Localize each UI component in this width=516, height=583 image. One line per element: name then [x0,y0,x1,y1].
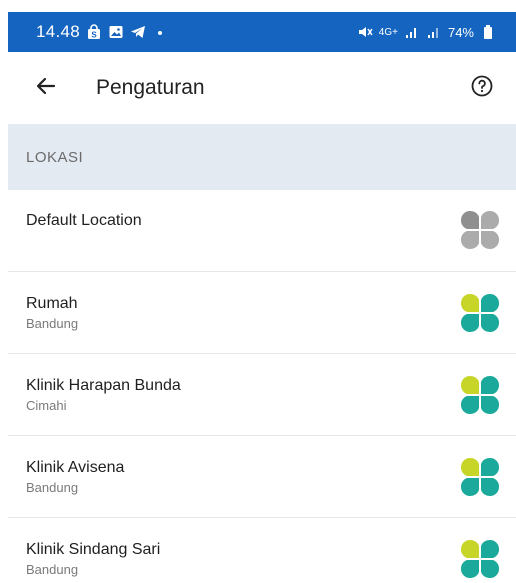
network-type: 4G+ [378,26,398,38]
page-title: Pengaturan [96,76,205,99]
app-bar: Pengaturan [8,52,516,124]
color-clover-icon [458,455,502,499]
location-item-rumah[interactable]: Rumah Bandung [8,272,516,354]
svg-text:S: S [91,31,97,40]
location-name: Klinik Harapan Bunda [26,376,181,394]
location-list: Default Location Rumah Bandung Klinik Ha… [8,190,516,583]
color-clover-icon [458,537,502,581]
mute-icon [357,24,373,40]
location-name: Klinik Avisena [26,458,125,476]
status-left: 14.48 S [36,22,168,42]
location-name: Default Location [26,212,142,229]
color-clover-icon [458,291,502,335]
location-text: Default Location [26,212,142,230]
color-clover-icon [458,373,502,417]
notification-dot-icon [152,24,168,40]
battery-percent: 74% [447,24,474,40]
location-city: Bandung [26,479,79,495]
grey-clover-icon [458,208,502,252]
location-text: Klinik Avisena Bandung [26,459,124,495]
help-icon [470,74,494,103]
telegram-icon [130,24,146,40]
shopping-bag-icon: S [86,24,102,40]
location-text: Klinik Sindang Sari Bandung [26,541,160,577]
status-bar: 14.48 S 4G+ 74% [8,12,516,52]
location-city: Bandung [26,561,79,577]
help-button[interactable] [464,70,500,106]
phone-screen: 14.48 S 4G+ 74% Pengaturan LOKASI Defaul… [8,12,516,583]
location-name: Klinik Sindang Sari [26,540,161,558]
gallery-icon [108,24,124,40]
status-right: 4G+ 74% [357,24,496,40]
battery-icon [480,24,496,40]
back-button[interactable] [26,68,66,108]
arrow-left-icon [34,74,58,103]
location-text: Rumah Bandung [26,295,78,331]
section-header-lokasi: LOKASI [8,124,516,190]
location-city: Cimahi [26,397,67,413]
location-name: Rumah [26,294,78,312]
location-item-klinik-avisena[interactable]: Klinik Avisena Bandung [8,436,516,518]
section-label: LOKASI [26,148,84,166]
location-item-klinik-sindang-sari[interactable]: Klinik Sindang Sari Bandung [8,518,516,583]
location-item-klinik-harapan-bunda[interactable]: Klinik Harapan Bunda Cimahi [8,354,516,436]
signal-icon-2 [426,24,442,40]
location-item-default[interactable]: Default Location [8,190,516,272]
signal-icon [404,24,420,40]
location-city: Bandung [26,315,79,331]
status-time: 14.48 [36,22,81,41]
location-text: Klinik Harapan Bunda Cimahi [26,377,181,413]
